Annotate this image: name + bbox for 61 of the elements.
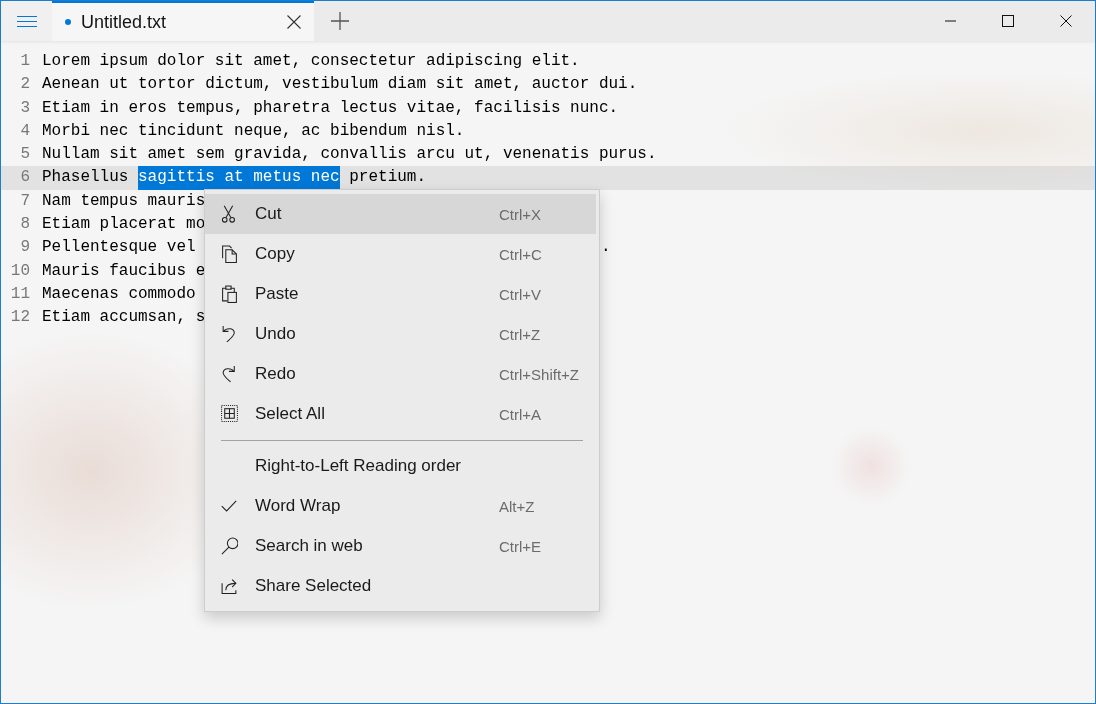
share-icon (220, 577, 238, 595)
line-number: 2 (19, 74, 30, 96)
code-text: Phasellus (42, 167, 130, 189)
code-text: Etiam placerat mo (42, 214, 206, 236)
line-number: 3 (19, 97, 30, 119)
menu-button[interactable] (1, 1, 52, 41)
copy-icon (220, 245, 238, 263)
close-icon (1060, 15, 1072, 27)
code-text: Etiam accumsan, s (42, 307, 206, 329)
code-text: Morbi nec tincidunt neque, ac bibendum nisl. (42, 120, 465, 142)
shortcut-text: Alt+Z (499, 497, 536, 515)
plus-icon (331, 12, 349, 30)
line-number: 10 (9, 260, 30, 282)
menu-icon (16, 15, 37, 27)
menu-item[interactable]: Right-to-Left Reading order (205, 446, 596, 486)
line-number: 1 (19, 51, 30, 72)
line-number: 8 (19, 214, 30, 236)
menu-item[interactable]: Cut Ctrl+X (205, 194, 596, 234)
maximize-icon (1002, 15, 1014, 27)
shortcut-text: Ctrl+X (499, 205, 543, 223)
shortcut-text: Ctrl+Shift+Z (499, 365, 581, 383)
menu-item[interactable]: Select All Ctrl+A (205, 394, 596, 434)
shortcut-text: Ctrl+A (499, 405, 543, 423)
code-text: pretium. (348, 167, 427, 189)
undo-icon (220, 325, 238, 343)
line-number: 12 (9, 307, 30, 329)
code-text: Aenean ut tortor dictum, vestibulum diam sit amet, auctor dui. (42, 74, 638, 96)
select-all-icon (220, 405, 238, 423)
shortcut-text: Ctrl+E (499, 537, 543, 555)
line-number: 7 (19, 190, 30, 212)
menu-item[interactable]: Redo Ctrl+Shift+Z (205, 354, 596, 394)
menu-item[interactable]: Paste Ctrl+V (205, 274, 596, 314)
search-icon (220, 537, 238, 555)
line-number: 11 (9, 283, 30, 305)
redo-icon (220, 365, 238, 383)
code-text: Mauris faucibus e (42, 260, 206, 282)
document-tab[interactable]: Untitled.txt (52, 1, 314, 41)
line-number: 4 (19, 120, 30, 142)
menu-item[interactable]: Search in web Ctrl+E (205, 526, 596, 566)
close-icon (287, 15, 301, 29)
line-number: 9 (19, 237, 30, 259)
paste-icon (220, 285, 238, 303)
shortcut-text: Ctrl+Z (499, 325, 542, 343)
minimize-icon (944, 20, 956, 22)
menu-item[interactable]: Copy Ctrl+C (205, 234, 596, 274)
code-text: Maecenas commodo (42, 283, 196, 305)
menu-item[interactable]: Word Wrap Alt+Z (205, 486, 596, 526)
shortcut-text: Ctrl+C (499, 245, 543, 263)
code-text: Nullam sit amet sem gravida, convallis arcu ut, venenatis purus. (42, 144, 657, 166)
code-text: . (600, 237, 611, 259)
scissors-icon (220, 205, 238, 223)
line-number: 5 (19, 144, 30, 166)
shortcut-text: Ctrl+V (499, 285, 543, 303)
selected-text: sagittis at metus nec (138, 166, 340, 190)
menu-item[interactable]: Share Selected (205, 566, 596, 606)
code-text: Lorem ipsum dolor sit amet, consectetur adipiscing elit. (42, 51, 580, 72)
code-text: Etiam in eros tempus, pharetra lectus vitae, facilisis nunc. (42, 97, 619, 119)
menu-item[interactable]: Undo Ctrl+Z (205, 314, 596, 354)
code-text: Pellentesque vel (42, 237, 196, 259)
line-number: 6 (19, 167, 30, 189)
code-text: Nam tempus mauris (42, 190, 206, 212)
